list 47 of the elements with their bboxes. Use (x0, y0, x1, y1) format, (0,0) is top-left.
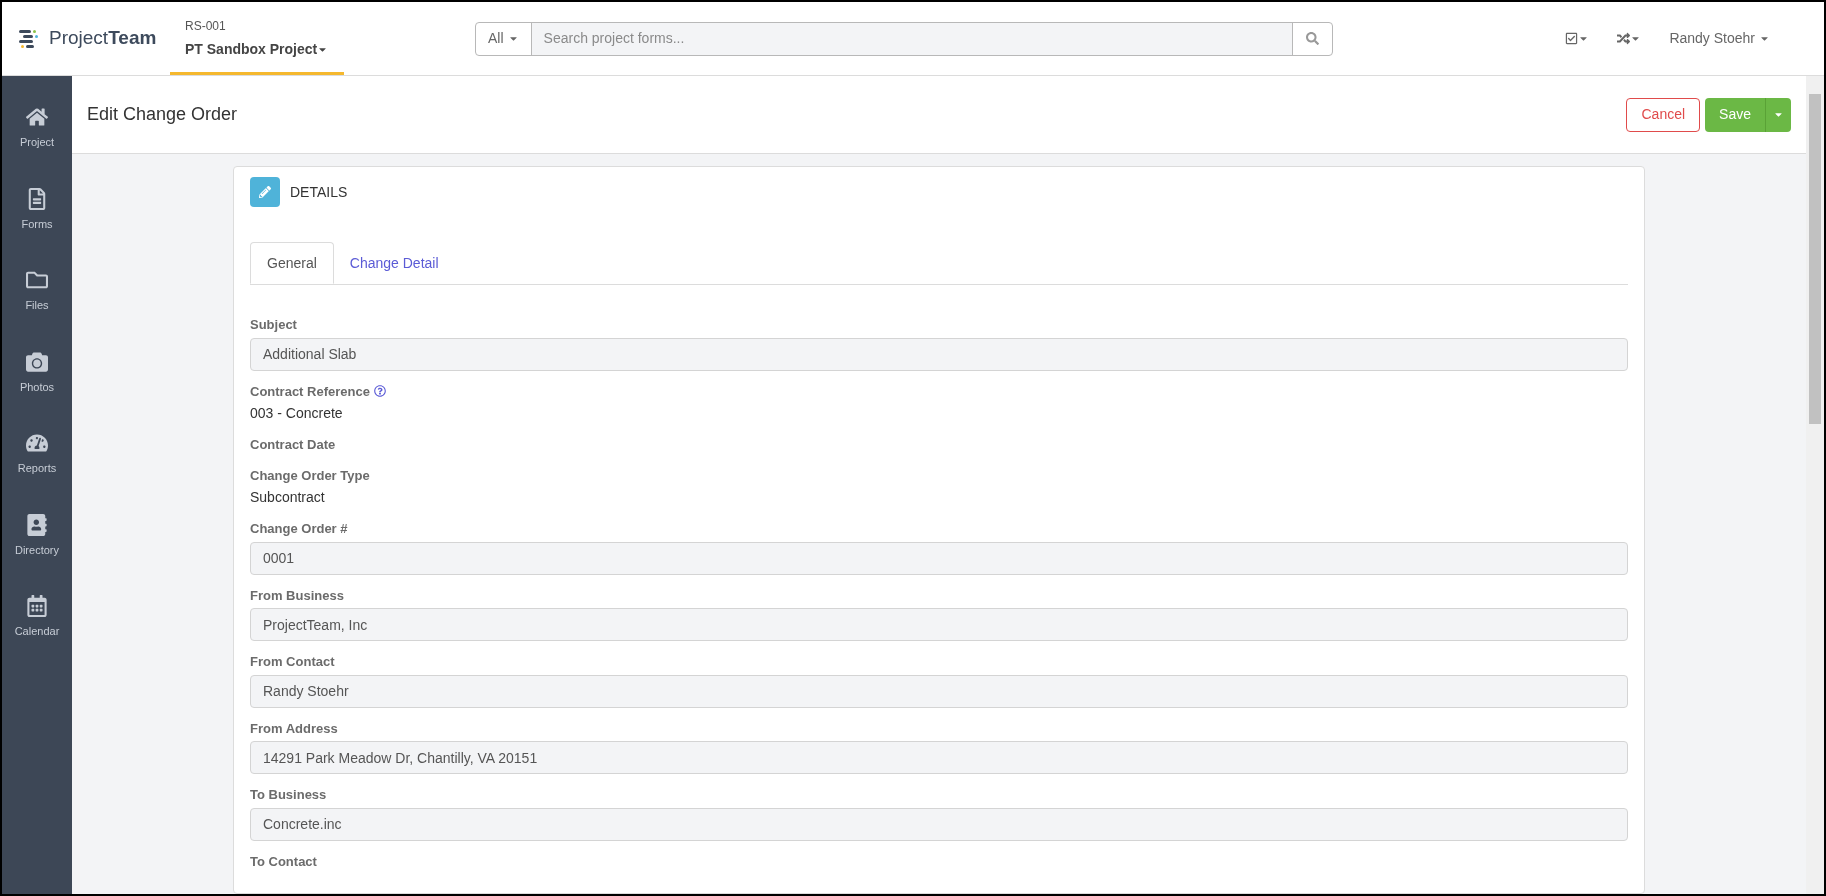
sidebar-item[interactable]: Calendar (14, 595, 60, 640)
document-icon (26, 187, 48, 210)
tab[interactable]: Change Detail (333, 242, 455, 284)
sidebar-item[interactable]: Files (25, 269, 49, 314)
camera-icon (26, 350, 48, 373)
card-title: DETAILS (290, 182, 348, 202)
sidebar-item[interactable]: Photos (19, 350, 55, 395)
tasks-menu[interactable] (1565, 32, 1590, 45)
text-field[interactable]: Additional Slab (250, 337, 1628, 371)
sidebar-item[interactable]: Directory (15, 513, 59, 558)
checkbox-icon (1565, 32, 1579, 45)
gauge-icon (26, 432, 48, 454)
text-field[interactable]: ProjectTeam, Inc (250, 608, 1628, 641)
field-label: To Contact (250, 852, 317, 871)
logo-icon (19, 28, 41, 49)
pencil-icon (259, 186, 271, 198)
field-label: From Address (250, 719, 338, 738)
sidebar-item[interactable]: Reports (17, 432, 57, 477)
text-field[interactable]: 14291 Park Meadow Dr, Chantilly, VA 20151 (250, 741, 1628, 774)
sidebar-item[interactable]: Project (19, 106, 55, 151)
field-label: From Contact (250, 653, 335, 671)
text-field[interactable]: Concrete.inc (250, 807, 1628, 841)
tab[interactable]: General (250, 242, 334, 284)
shuffle-icon (1617, 32, 1631, 45)
text-field[interactable]: 0001 (250, 541, 1628, 575)
user-menu[interactable]: Randy Stoehr (1669, 28, 1770, 49)
field-label: Contract Date (250, 436, 336, 454)
field-label: From Business (250, 586, 344, 605)
field-value: Subcontract (250, 488, 326, 507)
folder-icon (26, 269, 48, 291)
field-value: 003 - Concrete (250, 404, 344, 423)
logo-text[interactable]: ProjectTeam (49, 24, 157, 53)
sidebar-item[interactable]: Forms (21, 187, 53, 232)
field-label: Change Order Type (250, 466, 370, 485)
calendar-icon (26, 595, 48, 617)
switch-menu[interactable] (1617, 32, 1642, 45)
contact-book-icon (26, 513, 48, 536)
field-label: Subject (250, 316, 297, 334)
field-label: Contract Reference (250, 382, 370, 401)
cancel-button[interactable]: Cancel (1626, 97, 1701, 132)
house-icon (26, 106, 48, 128)
help-icon[interactable] (373, 385, 386, 398)
field-label: Change Order # (250, 520, 348, 538)
page-title: Edit Change Order (87, 103, 238, 126)
field-label: To Business (250, 786, 327, 804)
text-field[interactable]: Randy Stoehr (250, 674, 1628, 708)
scrollbar[interactable] (1806, 76, 1824, 894)
